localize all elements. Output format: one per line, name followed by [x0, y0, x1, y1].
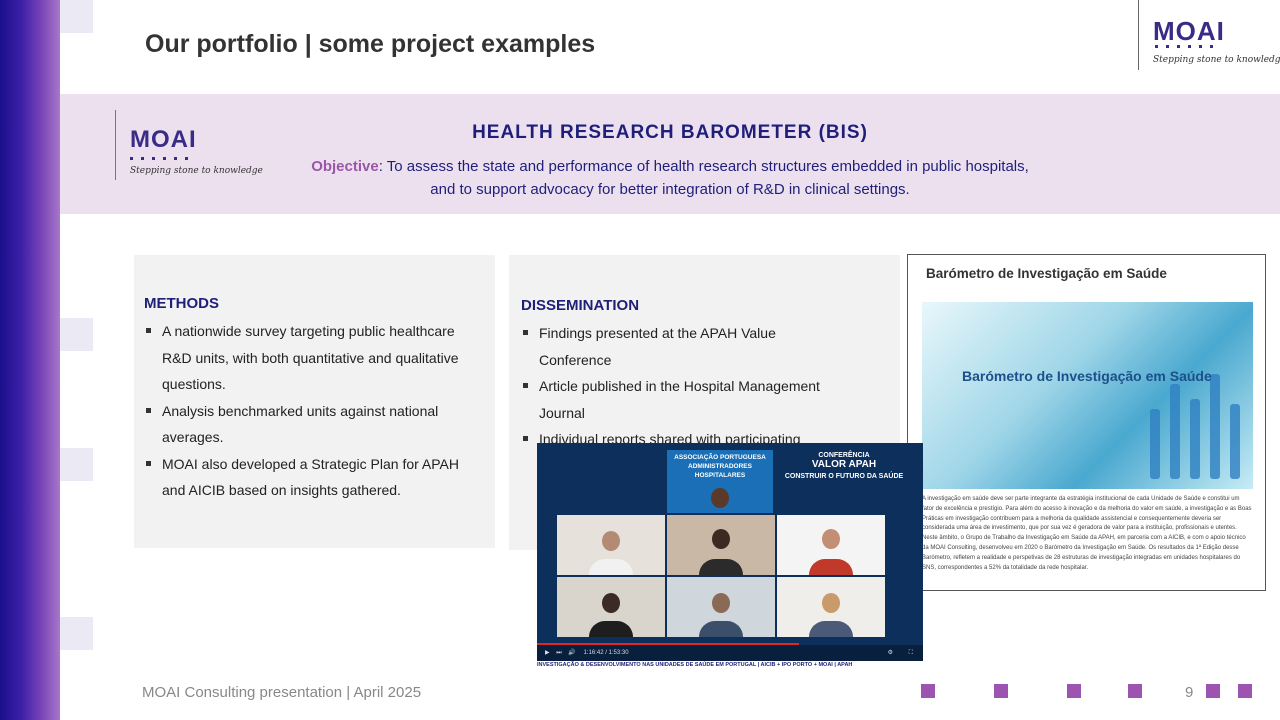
- article-screenshot: Barómetro de Investigação em Saúde Baróm…: [907, 254, 1266, 591]
- participant-head: [822, 529, 840, 549]
- logo-dots: [1155, 45, 1213, 48]
- footer-square: [1128, 684, 1142, 698]
- article-body: A investigação em saúde deve ser parte i…: [922, 496, 1252, 571]
- volume-icon[interactable]: 🔊: [568, 650, 575, 656]
- list-item: Article published in the Hospital Manage…: [521, 373, 846, 426]
- video-banner: ASSOCIAÇÃO PORTUGUESA ADMINISTRADORES HO…: [667, 450, 773, 486]
- participant-head: [822, 593, 840, 613]
- methods-box: METHODS A nationwide survey targeting pu…: [134, 255, 495, 548]
- participant-body: [589, 621, 633, 637]
- logo-wordmark: MOAI: [1153, 16, 1225, 46]
- list-item: MOAI also developed a Strategic Plan for…: [144, 451, 481, 504]
- footer-text: MOAI Consulting presentation | April 202…: [142, 684, 422, 701]
- participant-head: [712, 529, 730, 549]
- video-participant-tile: [667, 577, 775, 637]
- list-item: Findings presented at the APAH Value Con…: [521, 320, 846, 373]
- video-participant-tile: [557, 515, 665, 575]
- participant-body: [809, 621, 853, 637]
- moai-logo: MOAI Stepping stone to knowledge: [1138, 0, 1280, 70]
- methods-list: A nationwide survey targeting public hea…: [144, 318, 481, 504]
- objective-text-line1: : To assess the state and performance of…: [378, 158, 1029, 175]
- methods-heading: METHODS: [144, 295, 219, 312]
- side-gradient-strip: [0, 0, 60, 720]
- article-title: Barómetro de Investigação em Saúde: [926, 266, 1167, 281]
- footer-square: [921, 684, 935, 698]
- test-tube-shape: [1190, 399, 1200, 479]
- test-tube-shape: [1150, 409, 1160, 479]
- next-icon[interactable]: ⏭: [556, 650, 561, 656]
- participant-head: [602, 531, 620, 551]
- footer-square: [994, 684, 1008, 698]
- video-controls[interactable]: ▶ ⏭ 🔊 1:16:42 / 1:53:30 ⚙ ⛶: [537, 645, 923, 661]
- participant-body: [589, 559, 633, 575]
- footer-square: [1238, 684, 1252, 698]
- video-participant-tile: [557, 577, 665, 637]
- objective-label: Objective: [311, 158, 379, 175]
- play-icon[interactable]: ▶: [545, 650, 550, 656]
- video-screenshot[interactable]: ASSOCIAÇÃO PORTUGUESA ADMINISTRADORES HO…: [537, 443, 923, 661]
- participant-body: [699, 559, 743, 575]
- decor-square: [60, 617, 93, 650]
- participant-body: [699, 621, 743, 637]
- decor-square: [60, 0, 93, 33]
- article-image-title: Barómetro de Investigação em Saúde: [962, 368, 1212, 384]
- slide-title: Our portfolio | some project examples: [145, 30, 596, 58]
- conference-line2: VALOR APAH: [811, 459, 877, 470]
- article-lab-image: Barómetro de Investigação em Saúde: [922, 302, 1253, 489]
- participant-head: [712, 593, 730, 613]
- page-number: 9: [1185, 684, 1194, 701]
- logo-tagline: Stepping stone to knowledge: [1153, 55, 1280, 65]
- dissemination-heading: DISSEMINATION: [521, 297, 640, 314]
- decor-square: [60, 448, 93, 481]
- project-title: HEALTH RESEARCH BAROMETER (BIS): [472, 122, 868, 143]
- fullscreen-icon[interactable]: ⛶: [909, 645, 913, 661]
- project-objective: Objective: To assess the state and perfo…: [60, 155, 1280, 201]
- list-item: A nationwide survey targeting public hea…: [144, 318, 481, 398]
- test-tube-shape: [1230, 404, 1240, 479]
- settings-icon[interactable]: ⚙: [888, 645, 893, 661]
- footer-square: [1206, 684, 1220, 698]
- video-speaker-tile: [667, 486, 773, 513]
- video-time: 1:16:42 / 1:53:30: [583, 650, 629, 656]
- video-participant-tile: [777, 515, 885, 575]
- list-item: Analysis benchmarked units against natio…: [144, 398, 481, 451]
- video-participant-tile: [667, 515, 775, 575]
- project-header-band: MOAI Stepping stone to knowledge HEALTH …: [60, 94, 1280, 214]
- test-tube-shape: [1210, 374, 1220, 479]
- video-participant-tile: [777, 577, 885, 637]
- participant-head: [602, 593, 620, 613]
- objective-text-line2: and to support advocacy for better integ…: [430, 181, 910, 198]
- speaker-head: [711, 488, 729, 508]
- video-conference-logo: CONFERÊNCIA VALOR APAH CONSTRUIR O FUTUR…: [779, 451, 909, 481]
- conference-line3: CONSTRUIR O FUTURO DA SAÚDE: [784, 473, 904, 480]
- footer-square: [1067, 684, 1081, 698]
- video-caption: INVESTIGAÇÃO & DESENVOLVIMENTO NAS UNIDA…: [537, 662, 853, 668]
- test-tube-shape: [1170, 384, 1180, 479]
- participant-body: [809, 559, 853, 575]
- decor-square: [60, 318, 93, 351]
